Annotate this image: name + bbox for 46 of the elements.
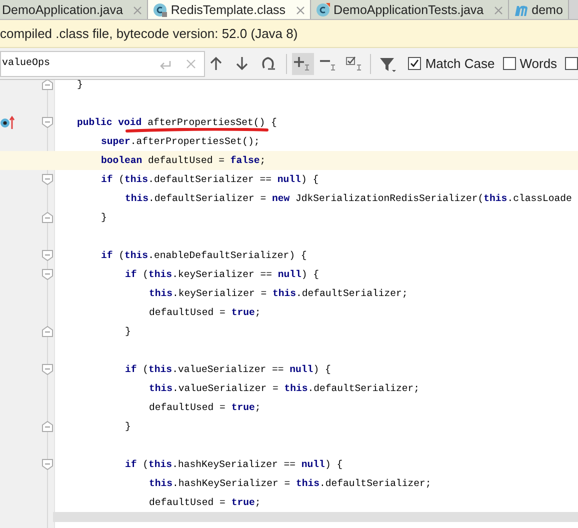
checkbox[interactable] [408, 57, 422, 70]
fold-icon [42, 174, 53, 185]
select-all-icon [346, 56, 363, 72]
code-line: if (this.defaultSerializer == null) { [101, 174, 319, 185]
horizontal-scrollbar[interactable] [53, 512, 578, 522]
clear-icon [186, 58, 196, 68]
fold-icon [42, 459, 53, 470]
filter-icon [378, 56, 396, 72]
code-line: } [101, 212, 107, 223]
code-line: this.keySerializer = this.defaultSerializer; [149, 288, 408, 299]
checkbox[interactable] [565, 57, 578, 70]
editor-tab[interactable]: DemoApplicationTests.java [310, 0, 509, 19]
fold-icon [42, 117, 53, 128]
add-occurrence-icon [294, 56, 312, 72]
code-line: defaultUsed = true; [149, 497, 261, 508]
code-line: } [125, 326, 131, 337]
checkbox[interactable] [502, 57, 516, 70]
code-line: if (this.hashKeySerializer == null) { [125, 459, 343, 470]
banner-message: compiled .class file, bytecode version: 52.0 (Java 8) [0, 24, 298, 43]
editor-tab[interactable]: RedisTemplate.class [148, 0, 311, 19]
fold-icon [42, 364, 53, 375]
fold-icon [42, 250, 53, 261]
code-line: this.hashKeySerializer = this.defaultSerializer; [149, 478, 432, 489]
class-test-icon [316, 3, 330, 17]
search-field[interactable]: valueOps [0, 50, 205, 76]
code-line: defaultUsed = true; [149, 402, 261, 413]
maven-icon [514, 3, 528, 17]
code-line: super.afterPropertiesSet(); [101, 136, 260, 147]
toolbar-button[interactable] [292, 52, 314, 74]
editor-tab[interactable]: demo [508, 0, 569, 19]
fold-icon [42, 269, 53, 280]
editor-tab[interactable]: DemoApplication.java [0, 0, 148, 19]
checkbox-label[interactable]: Words [520, 54, 558, 74]
code-line: } [77, 80, 83, 90]
code-line: this.defaultSerializer = new JdkSerializationRedisSerializer(this.classLoade [125, 193, 572, 204]
code-line: boolean defaultUsed = false; [101, 155, 266, 166]
fold-icon [42, 80, 53, 90]
code-line: } [125, 421, 131, 432]
checkbox-label[interactable]: Match Case [425, 54, 495, 74]
code-line: if (this.keySerializer == null) { [125, 269, 320, 280]
code-line: if (this.valueSerializer == null) { [125, 364, 331, 375]
code-line: if (this.enableDefaultSerializer) { [101, 250, 307, 261]
class-file-icon [152, 3, 167, 17]
code-line: defaultUsed = true; [149, 307, 261, 318]
code-line: this.valueSerializer = this.defaultSerializer; [149, 383, 420, 394]
code-line: public void afterPropertiesSet() { [77, 117, 277, 128]
